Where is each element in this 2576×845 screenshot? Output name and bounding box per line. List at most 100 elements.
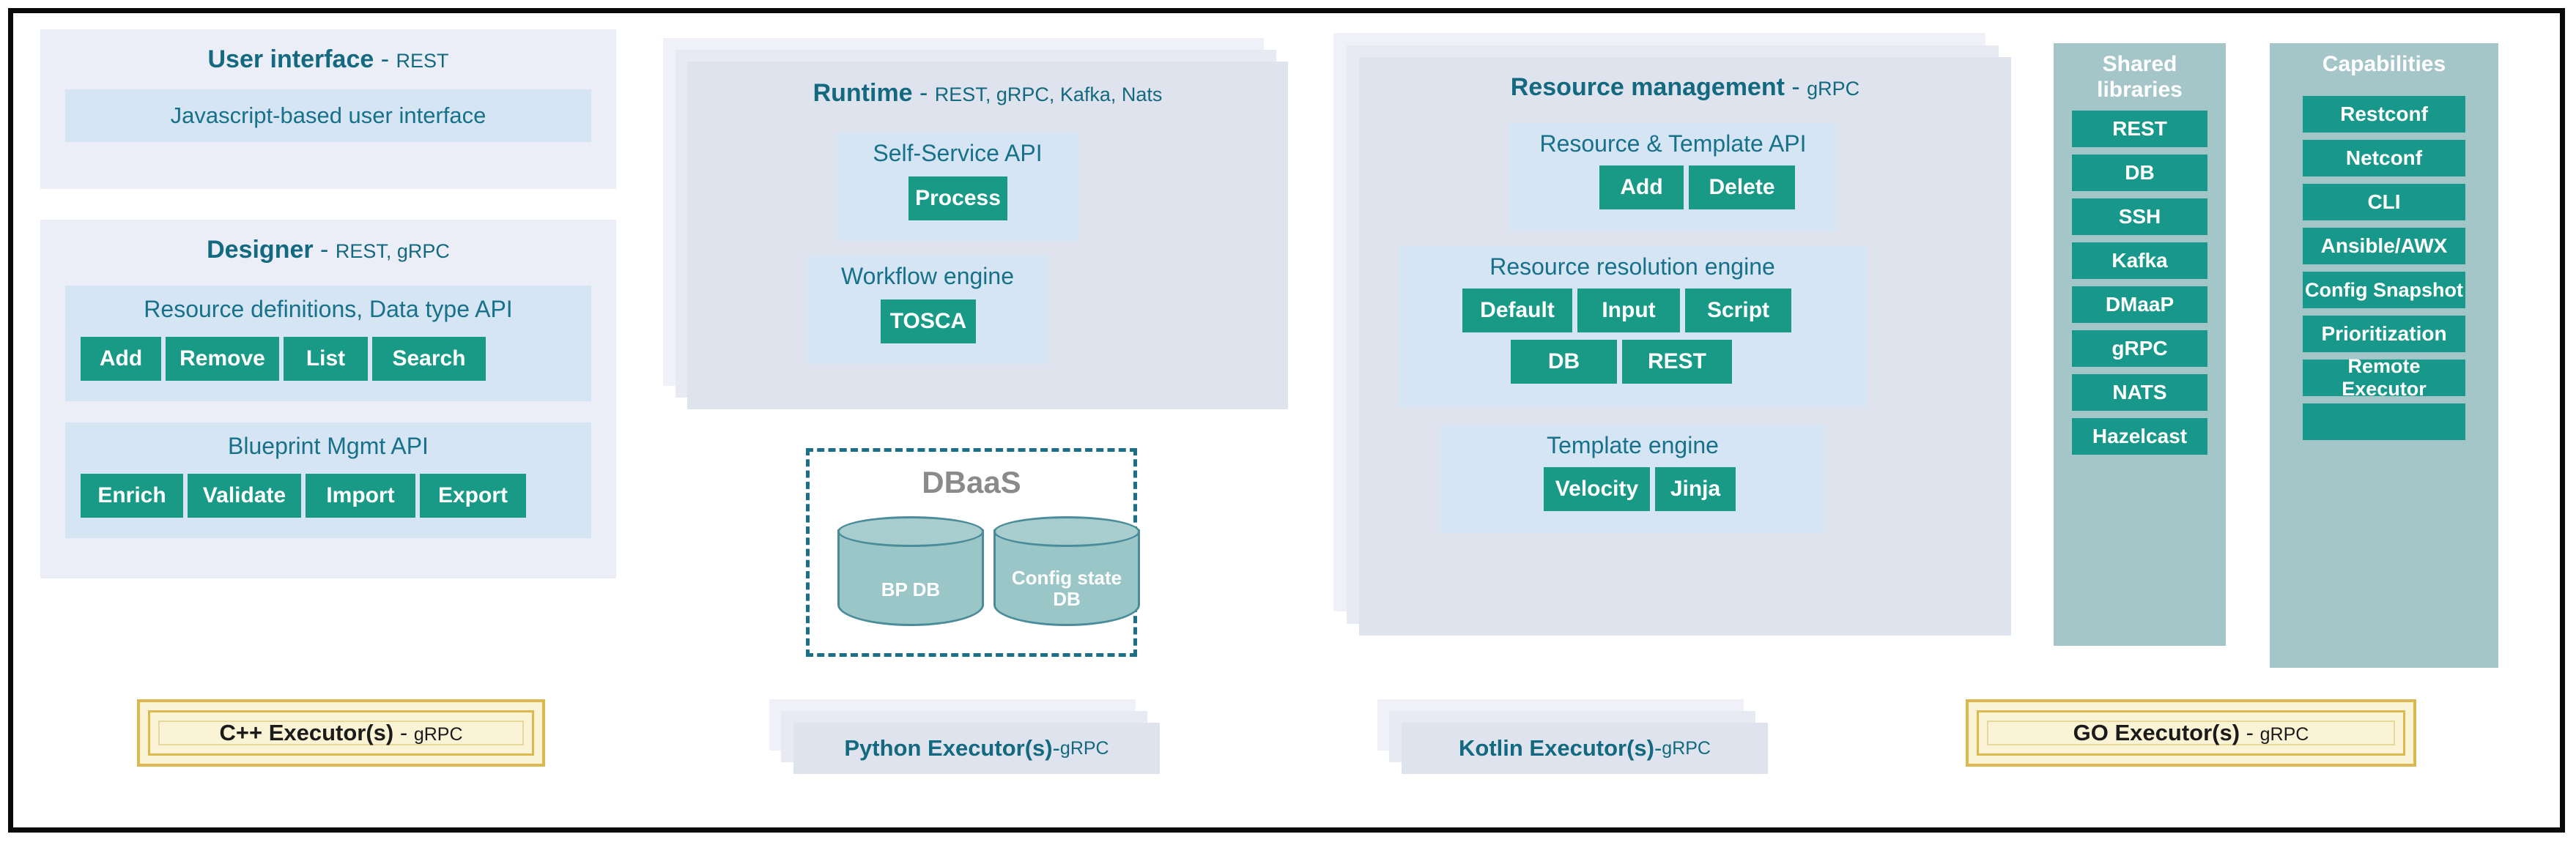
config-state-db-cylinder[interactable]: Config state DB [993,516,1140,626]
designer-chip-validate[interactable]: Validate [188,474,301,518]
shared-library-hazelcast[interactable]: Hazelcast [2072,418,2207,455]
resource-definitions-label: Resource definitions, Data type API [144,296,513,322]
resource-management-title-main: Resource management [1510,73,1785,101]
kotlin-executor-box[interactable]: Kotlin Executor(s) - gRPC [1348,699,1768,774]
capability-netconf[interactable]: Netconf [2303,140,2465,176]
dbaas-title: DBaaS [922,465,1021,499]
resource-resolution-engine-group: Resource resolution engine Default Input… [1398,246,1867,407]
javascript-ui-label: Javascript-based user interface [170,103,486,128]
python-executor-sep: - [1052,735,1060,761]
shared-library-grpc[interactable]: gRPC [2072,330,2207,367]
user-interface-title-proto: REST [396,50,449,72]
resource-template-api-group: Resource & Template API Add Delete [1509,123,1837,231]
designer-chip-import[interactable]: Import [306,474,415,518]
runtime-chip-tosca[interactable]: TOSCA [881,299,976,343]
rm-chip-db[interactable]: DB [1511,340,1617,384]
self-service-api-group: Self-Service API Process [837,133,1078,241]
designer-title-sep: - [313,236,336,264]
resource-management-title-sep: - [1784,73,1807,101]
runtime-title-sep: - [912,79,935,107]
go-executor-label: GO Executor(s) - gRPC [2073,720,2309,746]
kotlin-executor-proto: gRPC [1662,737,1711,759]
python-executor-layer-3: Python Executor(s) - gRPC [793,723,1160,774]
bp-db-cylinder[interactable]: BP DB [837,516,984,626]
go-executor-box[interactable]: GO Executor(s) - gRPC [1966,699,2416,767]
rm-chip-script[interactable]: Script [1685,289,1791,332]
config-state-db-cylinder-top [993,516,1140,547]
capability-ansible-awx[interactable]: Ansible/AWX [2303,228,2465,264]
capability-config-snapshot[interactable]: Config Snapshot [2303,272,2465,308]
kotlin-executor-label: Kotlin Executor(s) - gRPC [1402,723,1768,774]
user-interface-title-sep: - [374,45,396,73]
python-executor-proto: gRPC [1059,737,1109,759]
kotlin-executor-name: Kotlin Executor(s) [1459,735,1654,761]
resource-definitions-group: Resource definitions, Data type API Add … [65,286,591,401]
designer-panel: Designer - REST, gRPC Resource definitio… [40,220,616,578]
designer-chip-export[interactable]: Export [420,474,526,518]
kotlin-executor-layer-3: Kotlin Executor(s) - gRPC [1402,723,1768,774]
user-interface-title-main: User interface [207,45,374,73]
rm-chip-velocity[interactable]: Velocity [1544,467,1650,511]
go-executor-inner-frame: GO Executor(s) - gRPC [1987,720,2395,746]
designer-chip-remove[interactable]: Remove [166,337,279,381]
capabilities-title: Capabilities [2322,52,2446,76]
user-interface-title: User interface - REST [40,45,616,74]
shared-library-dmaap[interactable]: DMaaP [2072,286,2207,323]
cpp-executor-inner-frame: C++ Executor(s) - gRPC [158,720,524,746]
bp-db-label: BP DB [881,578,941,600]
python-executor-label: Python Executor(s) - gRPC [793,723,1160,774]
blueprint-mgmt-group: Blueprint Mgmt API Enrich Validate Impor… [65,422,591,538]
designer-title-proto: REST, gRPC [335,240,450,262]
designer-chip-search[interactable]: Search [372,337,486,381]
capability-cli[interactable]: CLI [2303,184,2465,220]
rm-chip-jinja[interactable]: Jinja [1655,467,1736,511]
shared-library-nats[interactable]: NATS [2072,374,2207,411]
capability-restconf[interactable]: Restconf [2303,96,2465,133]
kotlin-executor-sep: - [1654,735,1662,761]
designer-chip-list[interactable]: List [284,337,368,381]
shared-library-ssh[interactable]: SSH [2072,198,2207,235]
rm-chip-add[interactable]: Add [1599,165,1684,209]
cpp-executor-box[interactable]: C++ Executor(s) - gRPC [137,699,545,767]
capability-remote-executor[interactable]: Remote Executor [2303,355,2465,400]
self-service-api-label: Self-Service API [873,140,1043,166]
shared-library-kafka[interactable]: Kafka [2072,242,2207,279]
shared-library-rest[interactable]: REST [2072,111,2207,147]
capabilities-panel: Capabilities Restconf Netconf CLI Ansibl… [2270,43,2498,668]
resource-resolution-engine-label: Resource resolution engine [1489,253,1775,280]
go-executor-name: GO Executor(s) [2073,720,2240,745]
python-executor-name: Python Executor(s) [844,735,1053,761]
rm-chip-delete[interactable]: Delete [1689,165,1795,209]
rm-chip-rest[interactable]: REST [1622,340,1732,384]
designer-chip-add[interactable]: Add [81,337,161,381]
dbaas-boundary: DBaaS BP DB Config state DB [806,448,1140,657]
runtime-title-main: Runtime [813,79,913,107]
shared-libraries-panel: Shared libraries REST DB SSH Kafka DMaaP… [2054,43,2226,646]
rm-chip-default[interactable]: Default [1462,289,1572,332]
shared-libraries-title: Shared libraries [2097,52,2183,102]
shared-library-db[interactable]: DB [2072,155,2207,191]
cpp-executor-sep: - [393,720,414,745]
cpp-executor-proto: gRPC [413,724,463,745]
go-executor-inner-border: GO Executor(s) - gRPC [1977,710,2405,756]
cpp-executor-label: C++ Executor(s) - gRPC [219,720,462,746]
resource-template-api-label: Resource & Template API [1539,130,1807,157]
config-state-db-label: Config state DB [1011,567,1122,610]
designer-title-main: Designer [207,236,314,264]
python-executor-box[interactable]: Python Executor(s) - gRPC [740,699,1160,774]
designer-chip-enrich[interactable]: Enrich [81,474,183,518]
bp-db-cylinder-top [837,516,984,547]
runtime-chip-process[interactable]: Process [908,176,1007,220]
workflow-engine-label: Workflow engine [841,263,1014,289]
capability-empty-slot[interactable] [2303,403,2465,440]
blueprint-mgmt-label: Blueprint Mgmt API [228,433,429,459]
go-executor-sep: - [2240,720,2260,745]
go-executor-proto: gRPC [2259,724,2309,745]
user-interface-panel: User interface - REST Javascript-based u… [40,29,616,189]
capability-prioritization[interactable]: Prioritization [2303,316,2465,352]
designer-title: Designer - REST, gRPC [40,236,616,264]
resource-management-title: Resource management - gRPC [1359,73,2011,102]
rm-chip-input[interactable]: Input [1577,289,1680,332]
runtime-title: Runtime - REST, gRPC, Kafka, Nats [687,79,1288,108]
javascript-ui-box[interactable]: Javascript-based user interface [65,89,591,142]
